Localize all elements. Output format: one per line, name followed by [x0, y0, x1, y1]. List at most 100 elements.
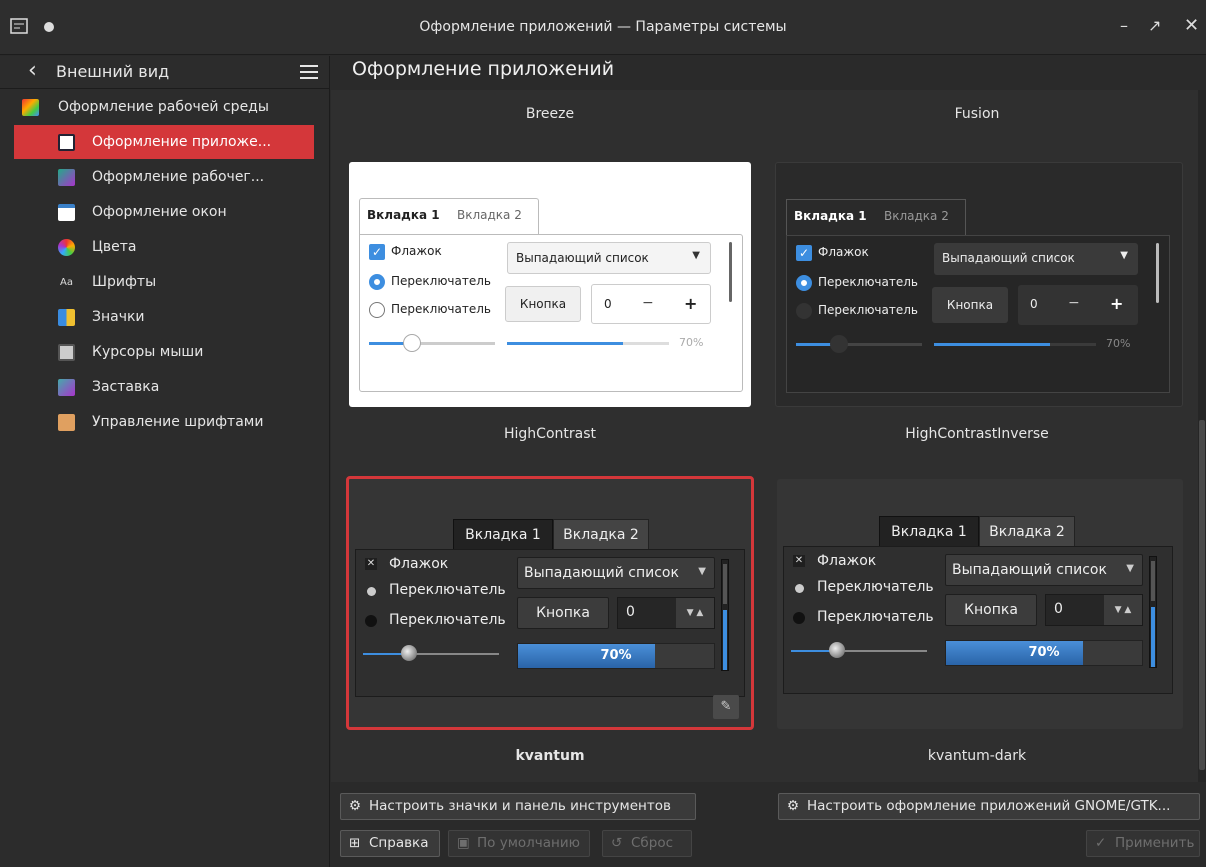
slider-handle[interactable] [830, 335, 848, 353]
sidebar-item-label: Шрифты [92, 274, 157, 290]
spin-arrows-icon[interactable]: ▼ ▲ [676, 598, 714, 628]
sidebar-item-app-style[interactable]: Оформление приложе... [14, 125, 314, 159]
content-scrollbar-handle[interactable] [1199, 420, 1205, 770]
maximize-icon[interactable]: ↗ [1148, 16, 1161, 35]
checkbox-label: Флажок [389, 556, 449, 572]
style-card-kvantum[interactable]: Вкладка 1 Вкладка 2 ✕ Флажок Переключате… [346, 476, 754, 730]
hamburger-menu-icon[interactable] [300, 64, 318, 84]
scrollbar-handle[interactable] [1151, 561, 1155, 601]
scrollbar[interactable] [1156, 243, 1159, 303]
plasma-style-icon [58, 169, 75, 186]
sidebar-item-fonts[interactable]: Aa Шрифты [14, 265, 314, 299]
minus-icon[interactable]: − [1068, 295, 1080, 311]
minus-icon[interactable]: − [642, 295, 654, 311]
checkbox[interactable]: ✕ [365, 558, 377, 570]
tab-1[interactable]: Вкладка 1 [794, 209, 867, 223]
push-button[interactable]: Кнопка [932, 287, 1008, 323]
dropdown-value: Выпадающий список [516, 251, 649, 265]
radio-label: Переключатель [389, 612, 506, 628]
checkbox[interactable]: ✓ [796, 245, 812, 261]
title-bar: Оформление приложений — Параметры систем… [0, 0, 1206, 55]
sidebar-item-plasma-style[interactable]: Оформление рабочег... [14, 160, 314, 194]
configure-icons-toolbar-button[interactable]: ⚙ Настроить значки и панель инструментов [340, 793, 696, 820]
configure-gtk-button[interactable]: ⚙ Настроить оформление приложений GNOME/… [778, 793, 1200, 820]
plus-icon[interactable]: + [684, 294, 697, 313]
dropdown[interactable]: Выпадающий список ▼ [517, 557, 715, 589]
sidebar-item-label: Оформление приложе... [92, 134, 272, 150]
checkbox[interactable]: ✕ [793, 555, 805, 567]
spin-box[interactable]: 0 ▼ ▲ [1045, 594, 1143, 626]
style-name: HighContrast [504, 426, 596, 442]
tab-2[interactable]: Вкладка 2 [457, 208, 522, 222]
scrollbar[interactable] [729, 242, 732, 302]
radio-checked[interactable] [796, 275, 812, 291]
spin-box[interactable]: 0 − + [591, 284, 711, 324]
sidebar-header: ‹ Внешний вид [0, 56, 330, 89]
spin-value: 0 [626, 604, 635, 620]
slider-handle[interactable] [401, 645, 417, 661]
tab-1[interactable]: Вкладка 1 [367, 208, 440, 222]
pin-icon[interactable] [44, 22, 54, 32]
checkbox[interactable]: ✓ [369, 244, 385, 260]
sidebar-header-title: Внешний вид [56, 62, 170, 81]
radio-unchecked[interactable] [369, 302, 385, 318]
dropdown-value: Выпадающий список [952, 562, 1107, 578]
minimize-icon[interactable]: – [1120, 16, 1128, 35]
style-card-highcontrast[interactable]: Вкладка 1 Вкладка 2 ✓ Флажок Переключате… [349, 162, 751, 407]
plus-icon[interactable]: + [1110, 294, 1123, 313]
slider-handle[interactable] [829, 642, 845, 658]
sidebar-item-label: Курсоры мыши [92, 344, 204, 360]
tab-1[interactable]: Вкладка 1 [453, 519, 553, 551]
scrollbar[interactable] [1149, 556, 1157, 668]
sidebar-item-window-decoration[interactable]: Оформление окон [14, 195, 314, 229]
sidebar-item-font-management[interactable]: Управление шрифтами [14, 405, 314, 439]
spin-arrows-icon[interactable]: ▼ ▲ [1104, 595, 1142, 625]
window-menu-icon[interactable] [10, 17, 28, 35]
scrollbar[interactable] [721, 559, 729, 671]
radio-unchecked[interactable] [793, 612, 805, 624]
style-name: kvantum-dark [927, 748, 1027, 764]
close-icon[interactable]: ✕ [1184, 15, 1199, 36]
radio-checked[interactable] [795, 584, 804, 593]
apply-button[interactable]: ✓ Применить [1086, 830, 1200, 857]
sidebar-item-icons[interactable]: Значки [14, 300, 314, 334]
defaults-button[interactable]: ▣ По умолчанию [448, 830, 590, 857]
radio-checked[interactable] [369, 274, 385, 290]
sidebar-item-workspace-theme[interactable]: Оформление рабочей среды [0, 90, 330, 124]
app-style-icon [58, 134, 75, 151]
reset-button[interactable]: ↺ Сброс [602, 830, 692, 857]
spin-box[interactable]: 0 ▼ ▲ [617, 597, 715, 629]
slider-handle[interactable] [403, 334, 421, 352]
sidebar-item-colors[interactable]: Цвета [14, 230, 314, 264]
push-button[interactable]: Кнопка [517, 597, 609, 629]
progress-label: 70% [1106, 337, 1131, 350]
radio-unchecked[interactable] [796, 303, 812, 319]
radio-checked[interactable] [367, 587, 376, 596]
tab-2[interactable]: Вкладка 2 [884, 209, 949, 223]
style-grid: Breeze Fusion Вкладка 1 Вкладка 2 ✓ Флаж… [331, 90, 1198, 782]
spin-value: 0 [1054, 601, 1063, 617]
style-card-kvantum-dark[interactable]: Вкладка 1 Вкладка 2 ✕ Флажок Переключате… [777, 479, 1183, 729]
sidebar-item-splash[interactable]: Заставка [14, 370, 314, 404]
help-button[interactable]: ⊞ Справка [340, 830, 440, 857]
cursors-icon [58, 344, 75, 361]
push-button[interactable]: Кнопка [945, 594, 1037, 626]
tab-2[interactable]: Вкладка 2 [979, 516, 1075, 548]
tab-2[interactable]: Вкладка 2 [553, 519, 649, 551]
dropdown[interactable]: Выпадающий список ▼ [507, 242, 711, 274]
sidebar-item-cursors[interactable]: Курсоры мыши [14, 335, 314, 369]
edit-icon[interactable]: ✎ [713, 695, 739, 719]
dropdown[interactable]: Выпадающий список ▼ [945, 554, 1143, 586]
radio-label: Переключатель [818, 303, 918, 317]
tab-1[interactable]: Вкладка 1 [879, 516, 979, 548]
back-icon[interactable]: ‹ [28, 58, 37, 83]
radio-unchecked[interactable] [365, 615, 377, 627]
dropdown[interactable]: Выпадающий список ▼ [934, 243, 1138, 275]
push-button[interactable]: Кнопка [505, 286, 581, 322]
content-scrollbar[interactable] [1198, 90, 1206, 782]
style-name: HighContrastInverse [905, 426, 1049, 442]
style-card-highcontrastinverse[interactable]: Вкладка 1 Вкладка 2 ✓ Флажок Переключате… [775, 162, 1183, 407]
radio-label: Переключатель [391, 274, 491, 288]
scrollbar-handle[interactable] [723, 564, 727, 604]
spin-box[interactable]: 0 − + [1018, 285, 1138, 325]
